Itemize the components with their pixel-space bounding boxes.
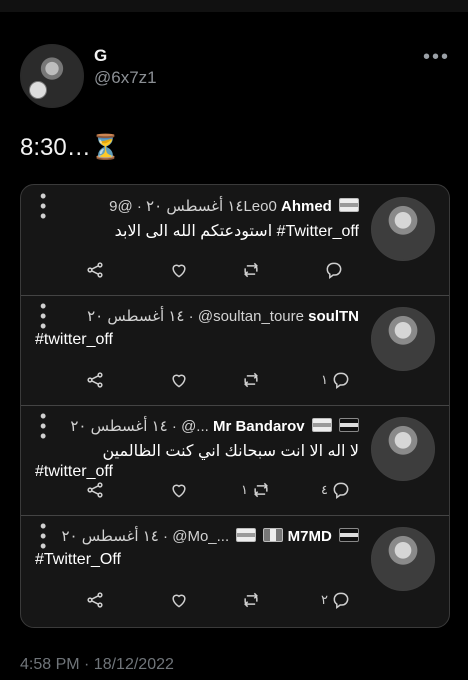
reply-count: ١ — [321, 372, 328, 387]
retweet-icon[interactable] — [241, 589, 264, 611]
retweet-icon[interactable] — [241, 369, 264, 391]
reply-count: ٤ — [321, 482, 328, 497]
reply-text: #Twitter_Off — [35, 551, 121, 568]
flag-icon — [263, 528, 284, 542]
profile-avatar[interactable] — [20, 44, 84, 108]
more-dots-icon[interactable]: ••• — [40, 517, 46, 555]
more-dots-icon[interactable]: ••• — [40, 187, 46, 225]
tweet-header: G @6x7z1 ••• — [20, 44, 450, 108]
profile-name[interactable]: G — [94, 46, 107, 66]
share-icon[interactable] — [85, 369, 105, 391]
reply-header: ١٤ أغسطس ٢٠ · @soultan_toure soulTN — [87, 308, 359, 325]
reply-actions — [21, 259, 449, 281]
more-dots-icon[interactable]: ••• — [40, 407, 46, 445]
reply-item-1[interactable]: • • • ١٤ أغسطس ٢٠ · @9Leo0 Ahmed استودعتكم… — [21, 185, 449, 296]
reply-avatar[interactable] — [371, 527, 435, 591]
reply-icon[interactable] — [321, 259, 344, 281]
reply-handle[interactable]: @... — [181, 418, 209, 435]
retweet-icon[interactable] — [241, 259, 264, 281]
reply-header: ١٤ أغسطس ٢٠ · @... Mr Bandarov — [59, 417, 359, 435]
profile-handle[interactable]: @6x7z1 — [94, 68, 157, 88]
retweet-icon[interactable]: ١ — [241, 479, 271, 501]
reply-date: ١٤ أغسطس ٢٠ — [61, 528, 159, 545]
reply-name[interactable]: Ahmed — [281, 198, 332, 215]
tweet-timestamp[interactable]: 4:58 PM · 18/12/2022 — [20, 656, 174, 674]
reply-name[interactable]: Mr Bandarov — [213, 418, 305, 435]
reply-actions: ١ — [21, 369, 449, 391]
share-icon[interactable] — [85, 589, 105, 611]
tweet-text: 8:30…⏳ — [20, 134, 121, 161]
reply-name[interactable]: M7MD — [288, 528, 332, 545]
reply-icon[interactable]: ٢ — [321, 589, 351, 611]
reply-item-3[interactable]: • • • ١٤ أغسطس ٢٠ · @... Mr Bandarov لا ال… — [21, 405, 449, 516]
reply-actions: ١ ٤ — [21, 479, 449, 501]
reply-avatar[interactable] — [371, 307, 435, 371]
more-dots-icon[interactable]: ••• — [40, 297, 46, 335]
top-status-strip — [0, 0, 468, 12]
share-icon[interactable] — [85, 259, 105, 281]
reply-header: ١٤ أغسطس ٢٠ · @9Leo0 Ahmed — [59, 197, 359, 215]
reply-name[interactable]: soulTN — [308, 308, 359, 325]
share-icon[interactable] — [85, 479, 105, 501]
reply-date: ١٤ أغسطس ٢٠ — [70, 418, 168, 435]
heart-icon[interactable] — [169, 589, 189, 611]
reply-text: استودعتكم الله الى الابد #Twitter_off — [114, 223, 359, 240]
heart-icon[interactable] — [169, 259, 189, 281]
flag-icon — [339, 528, 359, 542]
flag-icon — [236, 528, 257, 542]
reply-actions: ٢ — [21, 589, 449, 611]
reply-avatar[interactable] — [371, 417, 435, 481]
reply-date: ١٤ أغسطس ٢٠ — [87, 308, 185, 325]
flag-icon — [339, 198, 359, 212]
quoted-replies-card: • • • ١٤ أغسطس ٢٠ · @9Leo0 Ahmed استودعتكم… — [20, 184, 450, 628]
reply-icon[interactable]: ١ — [321, 369, 351, 391]
reply-header: ١٤ أغسطس ٢٠ · @Mo_... M7MD — [59, 527, 359, 545]
reply-icon[interactable]: ٤ — [321, 479, 351, 501]
reply-avatar[interactable] — [371, 197, 435, 261]
retweet-count: ١ — [241, 482, 248, 497]
heart-icon[interactable] — [169, 479, 189, 501]
reply-text: لا اله الا انت سبحانك اني كنت الظالمين — [102, 443, 359, 460]
heart-icon[interactable] — [169, 369, 189, 391]
reply-count: ٢ — [321, 592, 328, 607]
flag-icon — [311, 418, 332, 432]
reply-handle[interactable]: @soultan_toure — [198, 308, 304, 325]
reply-item-2[interactable]: • • • ١٤ أغسطس ٢٠ · @soultan_toure soulTN … — [21, 295, 449, 406]
reply-text: #twitter_off — [35, 331, 113, 348]
reply-date: ١٤ أغسطس ٢٠ — [146, 198, 244, 215]
more-dots-icon[interactable]: ••• — [423, 46, 450, 69]
reply-item-4[interactable]: • • • ١٤ أغسطس ٢٠ · @Mo_... M7MD #Twitter_… — [21, 515, 449, 625]
flag-icon — [339, 418, 359, 432]
reply-handle[interactable]: @Mo_... — [172, 528, 229, 545]
